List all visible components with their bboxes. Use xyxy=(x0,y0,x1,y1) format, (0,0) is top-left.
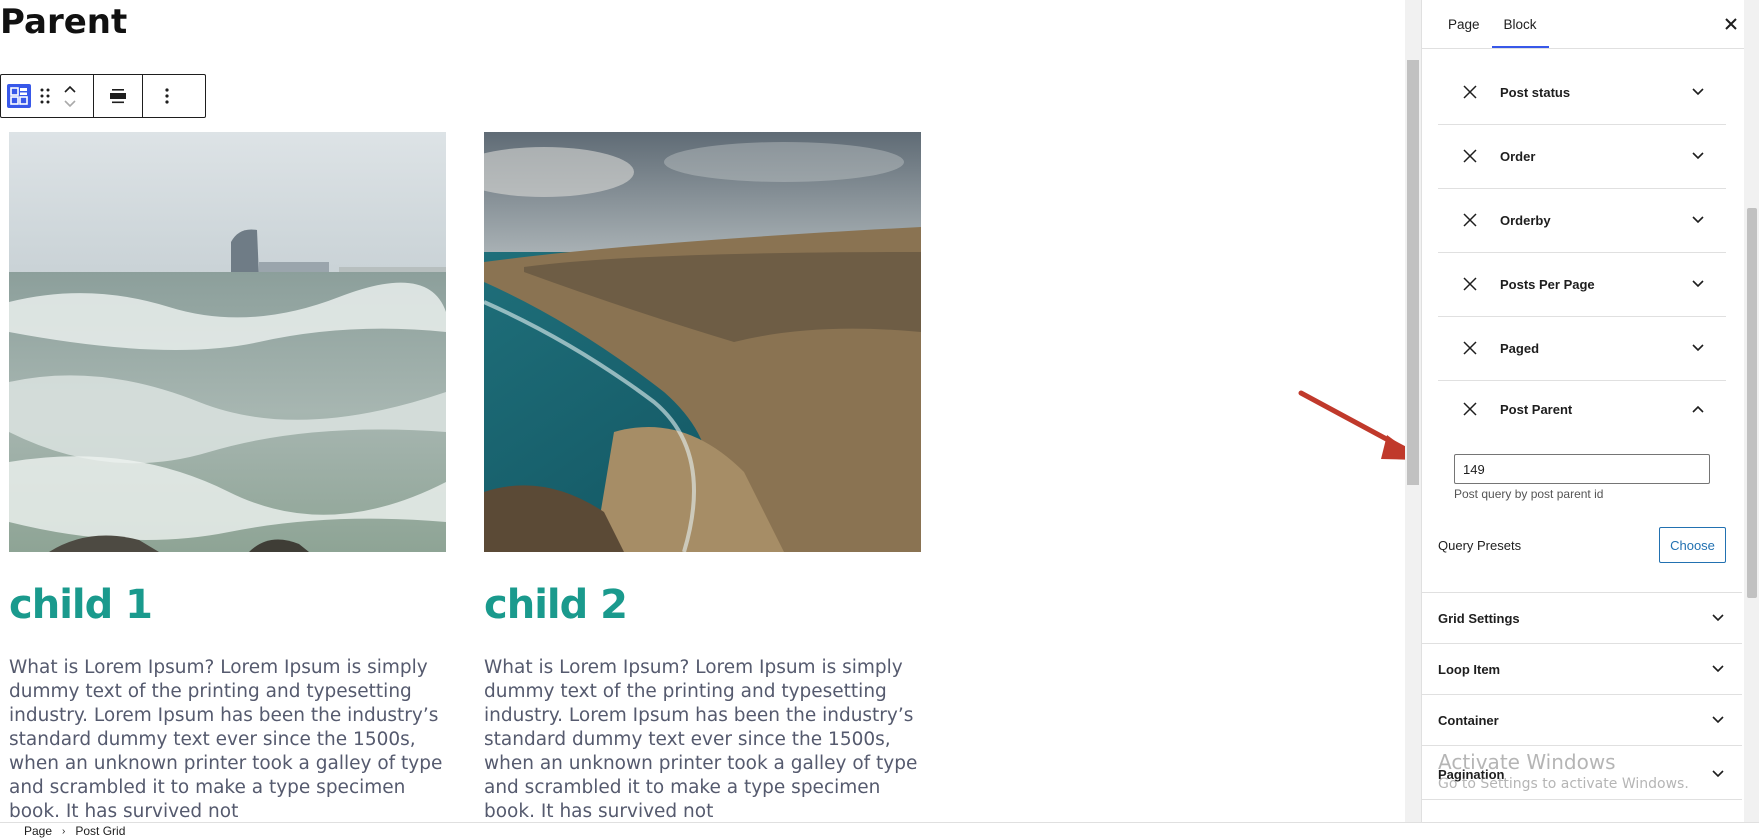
chevron-down-icon[interactable] xyxy=(1688,338,1708,358)
settings-sidebar: Page Block Post status Order Orderby Pos… xyxy=(1421,0,1759,822)
red-arrow-annotation xyxy=(1298,390,1405,460)
post-featured-image[interactable] xyxy=(484,132,921,552)
chevron-down-icon[interactable] xyxy=(1708,659,1728,679)
sidebar-scroll-thumb[interactable] xyxy=(1747,208,1757,598)
post-card: child 1 What is Lorem Ipsum? Lorem Ipsum… xyxy=(9,132,446,822)
page-title[interactable]: Parent xyxy=(0,2,127,42)
tab-block[interactable]: Block xyxy=(1491,0,1549,48)
chevron-down-icon[interactable] xyxy=(63,96,77,110)
editor-scroll-thumb[interactable] xyxy=(1407,60,1419,485)
chevron-down-icon[interactable] xyxy=(1708,764,1728,784)
chevron-up-icon[interactable] xyxy=(1688,399,1708,419)
query-param-label: Posts Per Page xyxy=(1500,276,1595,292)
remove-icon[interactable] xyxy=(1460,274,1480,294)
panel-loop-item[interactable]: Loop Item xyxy=(1422,644,1742,695)
panel-title: Loop Item xyxy=(1438,661,1501,677)
block-toolbar xyxy=(0,74,206,118)
query-param-label: Orderby xyxy=(1500,212,1551,228)
block-mover xyxy=(59,75,81,117)
chevron-down-icon[interactable] xyxy=(1708,710,1728,730)
drag-handle-icon[interactable] xyxy=(31,75,59,117)
toolbar-group-align xyxy=(94,75,143,117)
post-parent-input[interactable] xyxy=(1454,454,1710,484)
post-excerpt: What is Lorem Ipsum? Lorem Ipsum is simp… xyxy=(484,657,918,822)
query-param-label: Post status xyxy=(1500,84,1571,100)
query-param-label: Post Parent xyxy=(1500,401,1573,417)
sidebar-tabs: Page Block xyxy=(1422,0,1759,49)
sidebar-scrollbar[interactable] xyxy=(1744,0,1759,822)
query-param-post-status[interactable]: Post status xyxy=(1438,60,1726,125)
chevron-down-icon[interactable] xyxy=(1688,82,1708,102)
grid-block-icon[interactable] xyxy=(7,84,31,108)
remove-icon[interactable] xyxy=(1460,82,1480,102)
chevron-down-icon[interactable] xyxy=(1688,146,1708,166)
align-wide-icon[interactable] xyxy=(94,75,142,117)
panel-title: Pagination xyxy=(1438,766,1505,782)
panel-title: Container xyxy=(1438,712,1499,728)
query-param-label: Order xyxy=(1500,148,1536,164)
close-icon[interactable] xyxy=(1724,14,1738,37)
chevron-up-icon[interactable] xyxy=(63,82,77,96)
chevron-down-icon[interactable] xyxy=(1708,608,1728,628)
toolbar-group-block xyxy=(1,75,94,117)
post-excerpt: What is Lorem Ipsum? Lorem Ipsum is simp… xyxy=(9,657,443,822)
remove-icon[interactable] xyxy=(1460,399,1480,419)
post-featured-image[interactable] xyxy=(9,132,446,552)
panel-container[interactable]: Container xyxy=(1422,695,1742,746)
post-card: child 2 What is Lorem Ipsum? Lorem Ipsum… xyxy=(484,132,921,822)
query-param-posts-per-page[interactable]: Posts Per Page xyxy=(1438,252,1726,317)
panel-grid-settings[interactable]: Grid Settings xyxy=(1422,593,1742,644)
breadcrumb-item-post-grid[interactable]: Post Grid xyxy=(75,824,125,838)
post-title[interactable]: child 1 xyxy=(9,582,153,628)
editor-scrollbar[interactable] xyxy=(1405,0,1421,822)
choose-preset-button[interactable]: Choose xyxy=(1659,527,1726,563)
post-parent-help: Post query by post parent id xyxy=(1454,487,1604,501)
remove-icon[interactable] xyxy=(1460,210,1480,230)
post-title[interactable]: child 2 xyxy=(484,582,628,628)
query-param-post-parent[interactable]: Post Parent xyxy=(1438,384,1726,434)
breadcrumb: Page › Post Grid xyxy=(0,822,1759,839)
panel-title: Grid Settings xyxy=(1438,610,1520,626)
query-param-label: Paged xyxy=(1500,340,1540,356)
chevron-down-icon[interactable] xyxy=(1688,210,1708,230)
query-presets-label: Query Presets xyxy=(1438,538,1522,553)
chevron-right-icon: › xyxy=(62,825,66,837)
query-param-order[interactable]: Order xyxy=(1438,124,1726,189)
remove-icon[interactable] xyxy=(1460,338,1480,358)
query-param-paged[interactable]: Paged xyxy=(1438,316,1726,381)
more-vertical-icon[interactable] xyxy=(143,75,191,117)
query-param-orderby[interactable]: Orderby xyxy=(1438,188,1726,253)
breadcrumb-item-page[interactable]: Page xyxy=(24,824,52,838)
panel-pagination[interactable]: Pagination xyxy=(1422,749,1742,800)
remove-icon[interactable] xyxy=(1460,146,1480,166)
toolbar-group-more xyxy=(143,75,191,117)
tab-page[interactable]: Page xyxy=(1436,0,1492,48)
editor-canvas: Parent child 1 What is Lorem Ipsum? Lore… xyxy=(0,0,1405,822)
chevron-down-icon[interactable] xyxy=(1688,274,1708,294)
